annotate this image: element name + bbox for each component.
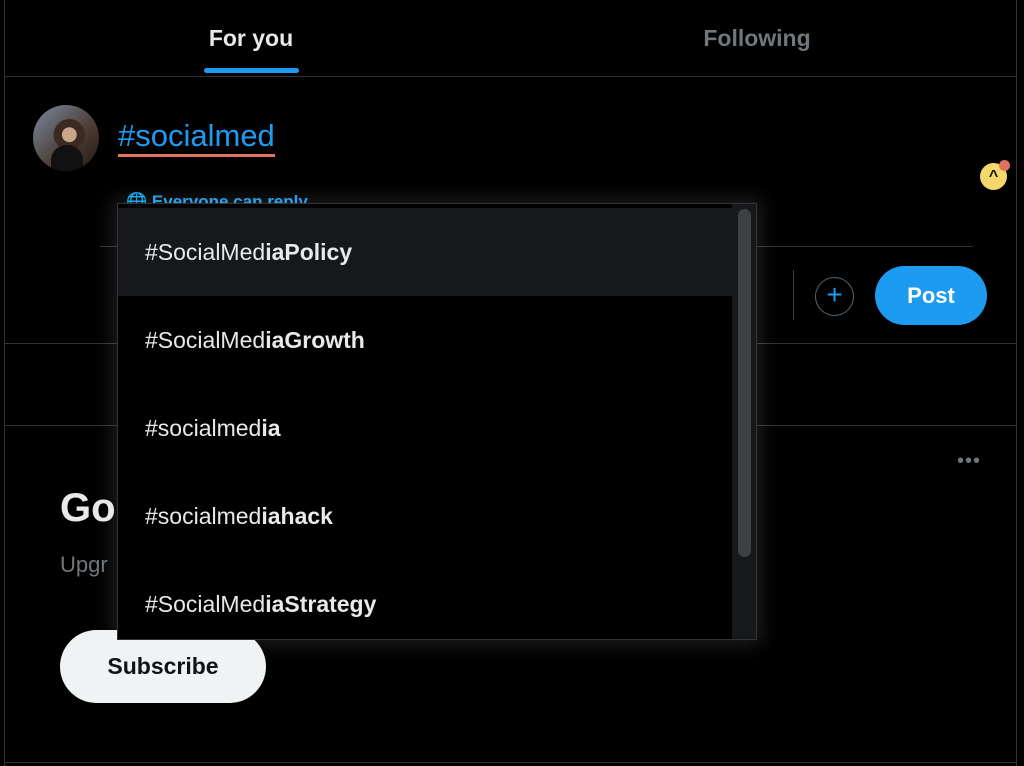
tab-label: For you <box>208 24 294 51</box>
plus-circle-icon[interactable]: + <box>815 277 854 316</box>
grammar-assistant-icon[interactable]: ^ <box>980 160 1010 190</box>
suggestion-prefix: #SocialMed <box>145 590 266 617</box>
suggestion-item[interactable]: #SocialMed iaPolicy <box>118 208 732 296</box>
avatar[interactable] <box>33 105 99 171</box>
premium-title: Go <box>60 486 116 530</box>
suggestion-item[interactable]: #socialmed iahack <box>118 472 732 560</box>
hashtag-suggestions-dropdown: #SocialMed iaPolicy #SocialMed iaGrowth #s… <box>117 203 757 640</box>
more-dots-icon[interactable]: ••• <box>957 450 981 473</box>
suggestion-item[interactable]: #socialmed ia <box>118 384 732 472</box>
right-border <box>1016 0 1017 766</box>
compose-input[interactable]: #socialmed <box>118 118 275 157</box>
left-border <box>4 0 5 766</box>
post-button[interactable]: Post <box>875 266 987 325</box>
suggestion-item[interactable]: #SocialMed iaGrowth <box>118 296 732 384</box>
subscribe-button[interactable]: Subscribe <box>60 630 266 703</box>
compose-text: #socialmed <box>118 118 275 157</box>
premium-subtitle: Upgr <box>60 552 108 577</box>
suggestion-item[interactable]: #SocialMed iaStrategy <box>118 560 732 639</box>
scrollbar-thumb[interactable] <box>738 209 751 557</box>
divider <box>4 762 1016 763</box>
suggestion-prefix: #socialmed <box>145 502 262 529</box>
scrollbar[interactable] <box>732 204 756 639</box>
suggestion-suffix: iaStrategy <box>265 590 377 617</box>
suggestion-suffix: ia <box>261 414 281 441</box>
suggestion-suffix: iahack <box>261 502 333 529</box>
suggestion-prefix: #SocialMed <box>145 326 266 353</box>
divider <box>4 76 1016 77</box>
divider <box>793 270 794 320</box>
suggestion-prefix: #socialmed <box>145 414 262 441</box>
suggestion-suffix: iaPolicy <box>265 238 353 265</box>
active-tab-indicator <box>204 68 299 73</box>
tab-following[interactable]: Following <box>510 0 1004 76</box>
suggestion-suffix: iaGrowth <box>265 326 365 353</box>
tab-for-you[interactable]: For you <box>4 0 498 76</box>
suggestion-prefix: #SocialMed <box>145 238 266 265</box>
tab-label: Following <box>703 24 811 51</box>
